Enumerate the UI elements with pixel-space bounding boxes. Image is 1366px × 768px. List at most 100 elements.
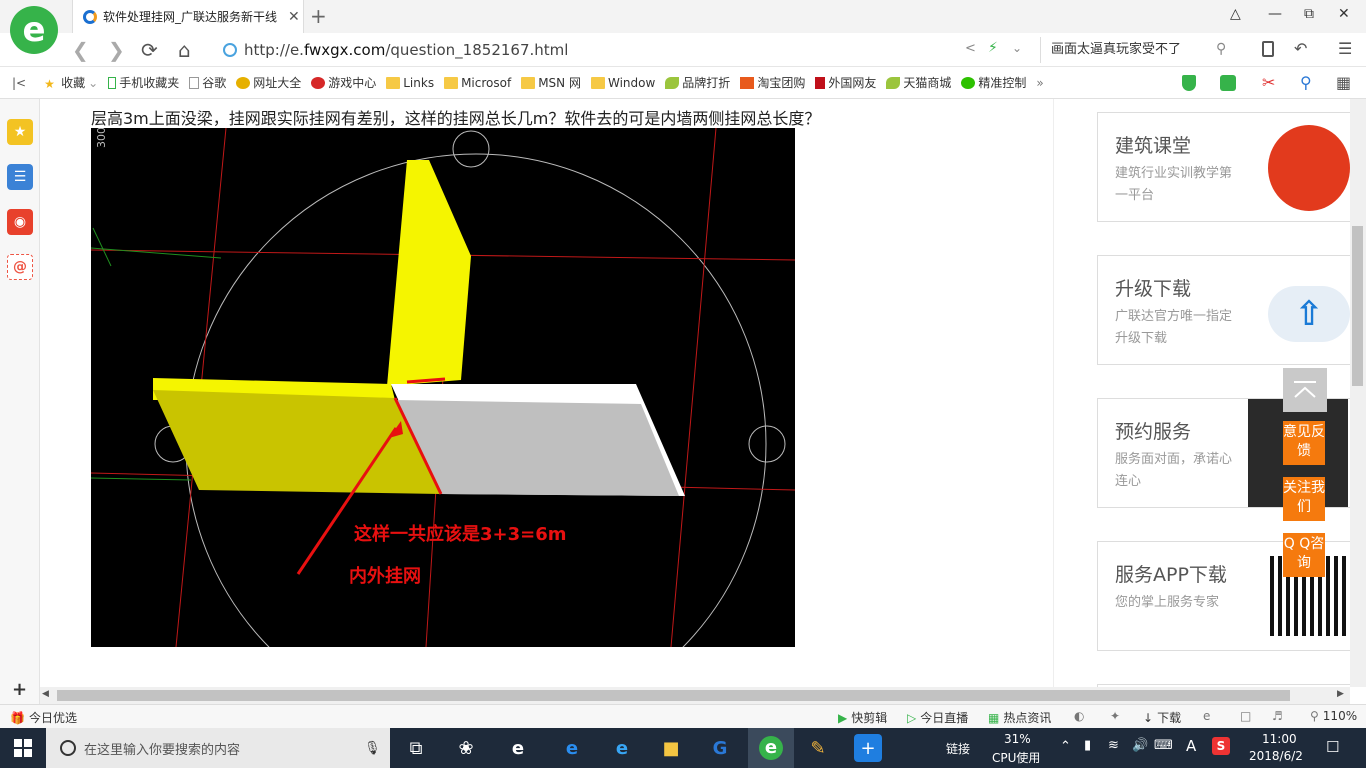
bookmark-item[interactable]: 游戏中心 xyxy=(311,74,376,91)
app-notes-icon[interactable]: ✎ xyxy=(804,734,832,762)
app-pinwheel-icon[interactable]: ❀ xyxy=(452,734,480,762)
zoom-level[interactable]: ⚲ 110% xyxy=(1310,709,1357,723)
app-e-browser-icon[interactable]: e xyxy=(504,734,532,762)
mail-icon[interactable]: @ xyxy=(7,254,33,280)
app-360-browser-active-icon[interactable]: e xyxy=(748,728,794,768)
bookmark-item[interactable]: 手机收藏夹 xyxy=(108,74,179,91)
bookmark-item[interactable]: ★ 收藏 ⌄ xyxy=(44,74,98,91)
follow-us-button[interactable]: 关注我们 xyxy=(1283,477,1325,521)
card-building-class[interactable]: 建筑课堂 建筑行业实训教学第一平台 xyxy=(1097,112,1350,222)
window-icon[interactable]: □ xyxy=(1240,709,1251,723)
reader-list-icon[interactable]: ☰ xyxy=(7,164,33,190)
scroll-left-icon[interactable]: ◀ xyxy=(42,689,49,699)
app-g-icon[interactable]: G xyxy=(706,734,734,762)
back-button[interactable]: ❮ xyxy=(72,38,89,62)
taskbar-search-input[interactable]: 在这里输入你要搜索的内容 🎙 xyxy=(46,728,390,768)
shield-icon[interactable] xyxy=(1182,75,1196,91)
search-icon[interactable]: ⚲ xyxy=(1300,73,1312,92)
notification-icon[interactable]: ☐ xyxy=(1326,738,1339,756)
volume-icon[interactable]: ♬ xyxy=(1272,709,1283,723)
bookmark-item[interactable]: 外国网友 xyxy=(815,74,876,91)
app-ie-icon[interactable]: e xyxy=(608,734,636,762)
windows-start-icon[interactable] xyxy=(14,739,32,757)
ie-mode-icon[interactable]: e xyxy=(1203,709,1210,723)
bookmark-item[interactable]: 天猫商城 xyxy=(886,74,951,91)
speed-icon[interactable]: ◐ xyxy=(1074,709,1084,723)
app-explorer-icon[interactable]: ■ xyxy=(657,734,685,762)
browser-tab[interactable]: 软件处理挂网_广联达服务新干线 ✕ xyxy=(72,0,304,33)
status-item-clip[interactable]: ▶ 快剪辑 xyxy=(838,709,887,726)
task-view-icon[interactable]: ⧉ xyxy=(402,734,430,762)
gift-icon: 🎁 xyxy=(10,710,25,725)
wifi-icon[interactable]: ≋ xyxy=(1108,738,1119,753)
tray-links-label[interactable]: 链接 xyxy=(946,740,970,757)
app-plus-icon[interactable]: + xyxy=(854,734,882,762)
bookmark-item[interactable]: 淘宝团购 xyxy=(740,74,805,91)
bookmark-item[interactable]: 谷歌 xyxy=(189,74,226,91)
add-sidebar-icon[interactable]: + xyxy=(12,679,27,700)
restore-button[interactable]: ⧉ xyxy=(1304,6,1314,22)
scroll-thumb[interactable] xyxy=(57,690,1290,701)
minimize-button[interactable]: — xyxy=(1268,6,1282,22)
bookmark-item[interactable]: Microsof xyxy=(444,76,511,90)
close-window-button[interactable]: ✕ xyxy=(1338,6,1350,22)
bookmark-item[interactable]: Links xyxy=(386,76,434,90)
card-title: 服务APP下载 xyxy=(1115,564,1227,586)
browser-logo-icon[interactable]: e xyxy=(10,6,58,54)
bookmark-item[interactable]: 精准控制 xyxy=(961,74,1026,91)
sidebar-toggle-icon[interactable]: |< xyxy=(12,76,26,90)
question-text: 层高3m上面没梁，挂网跟实际挂网有差别，这样的挂网总长几m？软件去的可是内墙两侧… xyxy=(91,109,821,128)
chevron-down-icon[interactable]: ⌄ xyxy=(1012,41,1022,55)
favorites-star-icon[interactable]: ★ xyxy=(7,119,33,145)
taobao-icon xyxy=(740,76,755,89)
scroll-thumb[interactable] xyxy=(1352,226,1363,386)
clock-date[interactable]: 2018/6/2 xyxy=(1249,749,1303,763)
tools-icon[interactable]: ✦ xyxy=(1110,709,1120,723)
address-bar[interactable]: http://e.fwxgx.com/question_1852167.html xyxy=(222,37,1032,63)
refresh-button[interactable]: ⟳ xyxy=(141,38,158,62)
sogou-ime-icon[interactable]: S xyxy=(1212,737,1230,755)
status-item-live[interactable]: ▷ 今日直播 xyxy=(907,709,968,726)
bookmark-item[interactable]: 网址大全 xyxy=(236,74,301,91)
clock-time[interactable]: 11:00 xyxy=(1262,732,1297,746)
weibo-icon[interactable]: ◉ xyxy=(7,209,33,235)
vertical-scrollbar[interactable] xyxy=(1350,99,1366,687)
tab-close-icon[interactable]: ✕ xyxy=(288,9,300,25)
status-item-news[interactable]: ▦ 热点资讯 xyxy=(988,709,1051,726)
qq-consult-button[interactable]: Q Q咨询 xyxy=(1283,533,1325,577)
skin-icon[interactable]: △ xyxy=(1230,6,1241,22)
battery-icon[interactable]: ▮ xyxy=(1084,738,1091,753)
annotation-line-2: 内外挂网 xyxy=(349,565,421,587)
volume-icon[interactable]: 🔊 xyxy=(1132,738,1148,753)
today-picks[interactable]: 🎁 今日优选 xyxy=(10,709,77,726)
phone-icon[interactable] xyxy=(1262,41,1274,57)
app-edge-icon[interactable]: e xyxy=(558,734,586,762)
horizontal-scrollbar[interactable]: ◀ ▶ xyxy=(40,687,1350,704)
status-item-download[interactable]: ↓ 下载 xyxy=(1143,709,1181,726)
input-language[interactable]: A xyxy=(1186,737,1196,755)
microphone-icon[interactable]: 🎙 xyxy=(364,741,381,756)
new-tab-button[interactable]: + xyxy=(310,4,327,28)
scissors-icon[interactable]: ✂ xyxy=(1262,73,1275,92)
home-button[interactable]: ⌂ xyxy=(178,38,191,62)
back-to-top-button[interactable] xyxy=(1283,368,1327,412)
card-upgrade-download[interactable]: 升级下载 广联达官方唯一指定升级下载 ⇧ xyxy=(1097,255,1350,365)
scroll-right-icon[interactable]: ▶ xyxy=(1337,689,1344,699)
keyboard-icon[interactable]: ⌨ xyxy=(1154,738,1173,753)
translate-icon[interactable] xyxy=(1220,75,1236,91)
lightning-icon[interactable]: ⚡ xyxy=(988,40,998,56)
tray-chevron-up-icon[interactable]: ⌃ xyxy=(1060,739,1071,754)
apps-grid-icon[interactable]: ▦ xyxy=(1336,73,1351,92)
undo-icon[interactable]: ↶ xyxy=(1294,39,1307,58)
feedback-button[interactable]: 意见反馈 xyxy=(1283,421,1325,465)
url-path: /question_1852167.html xyxy=(385,41,569,59)
more-bookmarks-icon[interactable]: » xyxy=(1036,76,1043,90)
bookmark-item[interactable]: 品牌打折 xyxy=(665,74,730,91)
search-input[interactable]: 画面太逼真玩家受不了 xyxy=(1040,37,1240,63)
menu-icon[interactable]: ☰ xyxy=(1338,39,1352,58)
bookmark-item[interactable]: MSN 网 xyxy=(521,74,581,91)
share-icon[interactable]: < xyxy=(965,41,976,56)
bookmark-item[interactable]: Window xyxy=(590,76,655,90)
search-icon[interactable]: ⚲ xyxy=(1216,41,1226,57)
forward-button[interactable]: ❯ xyxy=(108,38,125,62)
